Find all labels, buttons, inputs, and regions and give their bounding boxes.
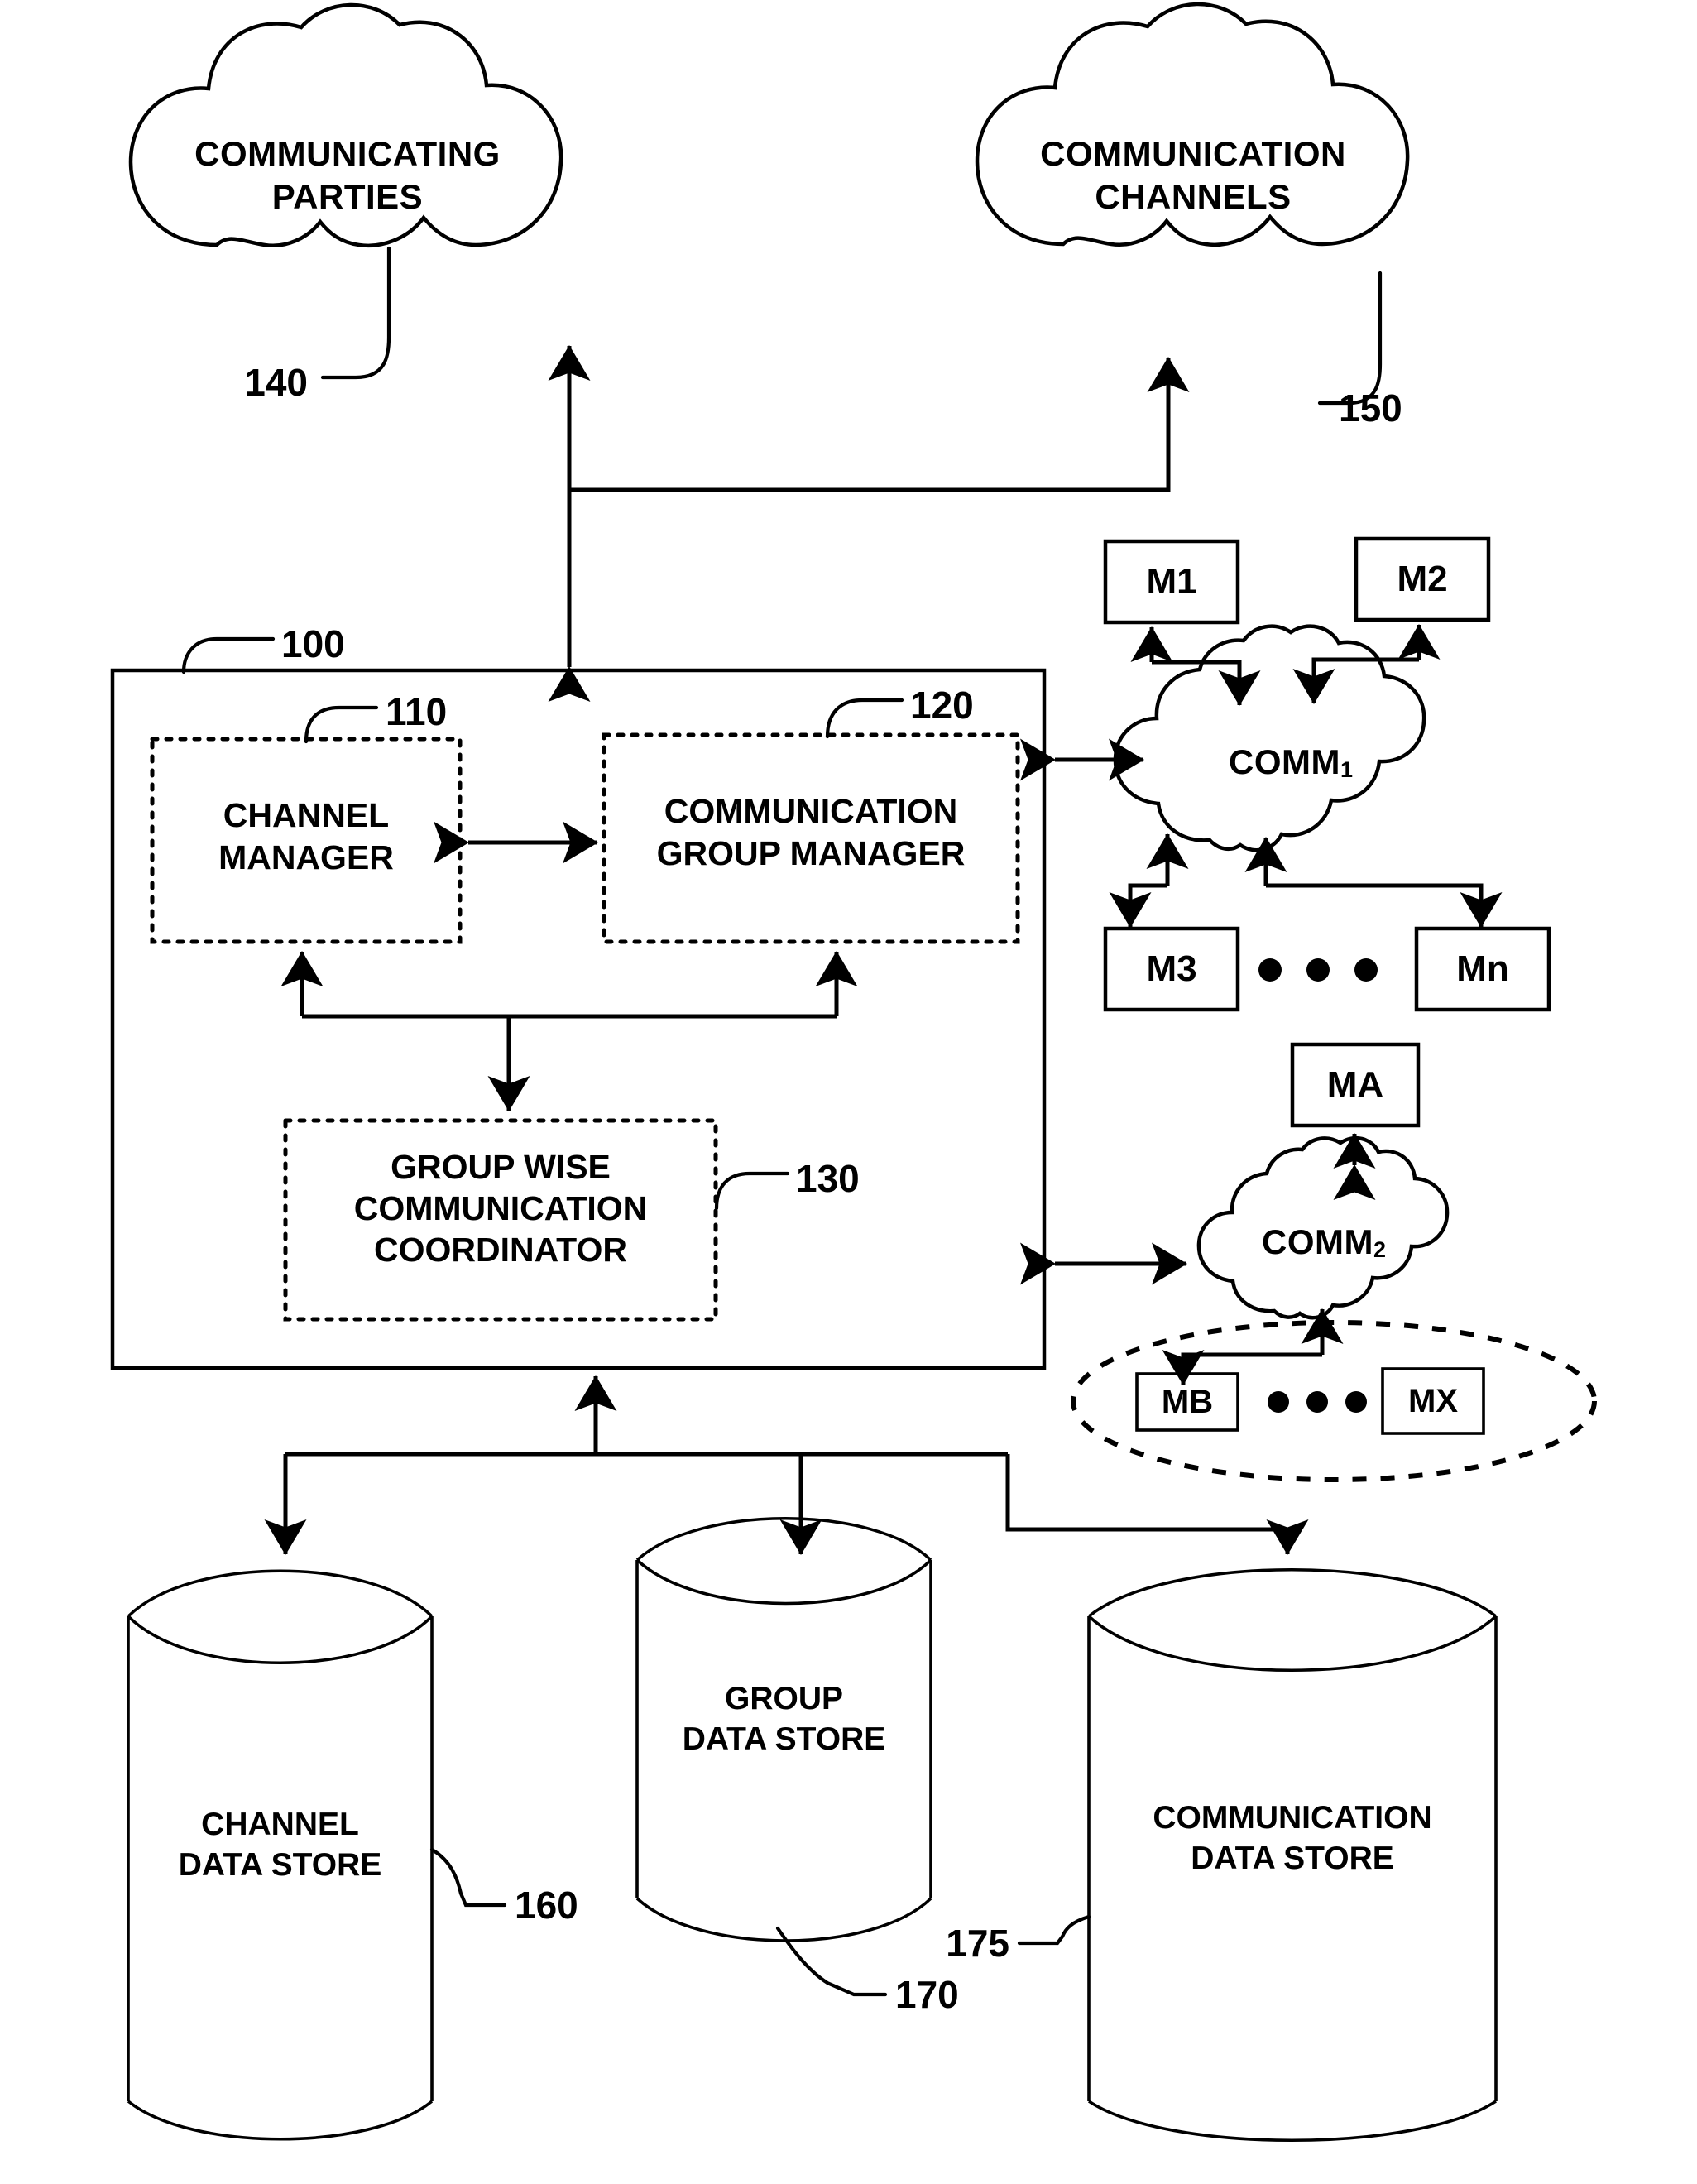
ellipsis-dot-2 — [1306, 958, 1330, 982]
connector-comm1-mn-down — [1266, 883, 1503, 929]
ref-175: 175 — [946, 1922, 1009, 1965]
label-line-1: GROUP WISE — [391, 1148, 611, 1186]
member-label-mx: MX — [1408, 1382, 1458, 1419]
group-ellipsis-dot-1 — [1268, 1391, 1289, 1413]
ref-170: 170 — [895, 1973, 959, 2016]
member-label-m3: M3 — [1146, 948, 1197, 989]
patent-figure: COMMUNICATING PARTIES 140 COMMUNICATION … — [0, 0, 1697, 2184]
ref-100: 100 — [281, 622, 345, 665]
label-line-2: DATA STORE — [1191, 1841, 1394, 1876]
cloud-communication-channels-label: COMMUNICATION CHANNELS — [978, 132, 1408, 218]
label-line-3: COORDINATOR — [374, 1231, 627, 1269]
label-line-1: GROUP — [724, 1681, 843, 1716]
group-ellipsis-dot-2 — [1306, 1391, 1328, 1413]
leader-130 — [714, 1171, 790, 1211]
ellipsis-dot-1 — [1258, 958, 1282, 982]
label-line-1: COMMUNICATION — [1040, 134, 1346, 173]
member-label-mn: Mn — [1456, 948, 1509, 989]
group-ellipsis-dot-3 — [1345, 1391, 1367, 1413]
label-line-1: CHANNEL — [201, 1807, 359, 1842]
label-line-1: COMMUNICATING — [194, 134, 501, 173]
ref-160: 160 — [515, 1884, 578, 1927]
network-name: COMM — [1261, 1222, 1373, 1261]
data-store-channel-label: CHANNEL DATA STORE — [128, 1804, 432, 1885]
leader-150 — [1317, 271, 1383, 406]
connector-comm1-m3-down — [1109, 883, 1167, 929]
ref-110: 110 — [386, 690, 448, 733]
connector-bus-to-store-175 — [1005, 1454, 1309, 1556]
network-subscript: 1 — [1340, 757, 1353, 783]
label-line-2: MANAGER — [218, 838, 394, 876]
network-label-comm-1: COMM1 — [1162, 742, 1419, 783]
member-label-mb: MB — [1161, 1383, 1214, 1420]
data-store-group-label: GROUP DATA STORE — [637, 1678, 931, 1759]
module-channel-manager-label: CHANNEL MANAGER — [152, 794, 460, 879]
label-line-2: DATA STORE — [178, 1847, 382, 1883]
leader-140 — [320, 246, 391, 380]
leader-175 — [1017, 1914, 1091, 1946]
ref-150: 150 — [1339, 386, 1402, 430]
ref-120: 120 — [910, 684, 974, 727]
member-label-m1: M1 — [1146, 561, 1197, 602]
leader-110 — [304, 705, 379, 744]
connector-branch-to-channels — [569, 356, 1190, 492]
network-name: COMM — [1228, 742, 1340, 781]
module-group-wise-coordinator-label: GROUP WISE COMMUNICATION COORDINATOR — [285, 1146, 716, 1270]
label-line-2: PARTIES — [271, 177, 424, 216]
label-line-2: GROUP MANAGER — [656, 834, 966, 872]
member-label-ma: MA — [1326, 1064, 1384, 1105]
cloud-communicating-parties-label: COMMUNICATING PARTIES — [132, 132, 563, 218]
leader-120 — [825, 698, 904, 739]
label-line-1: COMMUNICATION — [1153, 1800, 1432, 1836]
label-line-2: COMMUNICATION — [353, 1189, 648, 1227]
ellipsis-dot-3 — [1354, 958, 1378, 982]
label-line-2: CHANNELS — [1095, 177, 1292, 216]
ref-140: 140 — [244, 361, 308, 404]
ref-130: 130 — [796, 1157, 860, 1200]
label-line-1: CHANNEL — [223, 796, 390, 834]
module-communication-group-manager-label: COMMUNICATION GROUP MANAGER — [604, 790, 1018, 875]
leader-100 — [181, 636, 276, 674]
network-subscript: 2 — [1373, 1237, 1386, 1263]
label-line-2: DATA STORE — [682, 1721, 886, 1757]
member-label-m2: M2 — [1397, 559, 1448, 599]
network-label-comm-2: COMM2 — [1196, 1222, 1452, 1263]
label-line-1: COMMUNICATION — [664, 792, 958, 830]
data-store-communication-label: COMMUNICATION DATA STORE — [1089, 1798, 1496, 1879]
leader-160 — [429, 1847, 507, 1908]
